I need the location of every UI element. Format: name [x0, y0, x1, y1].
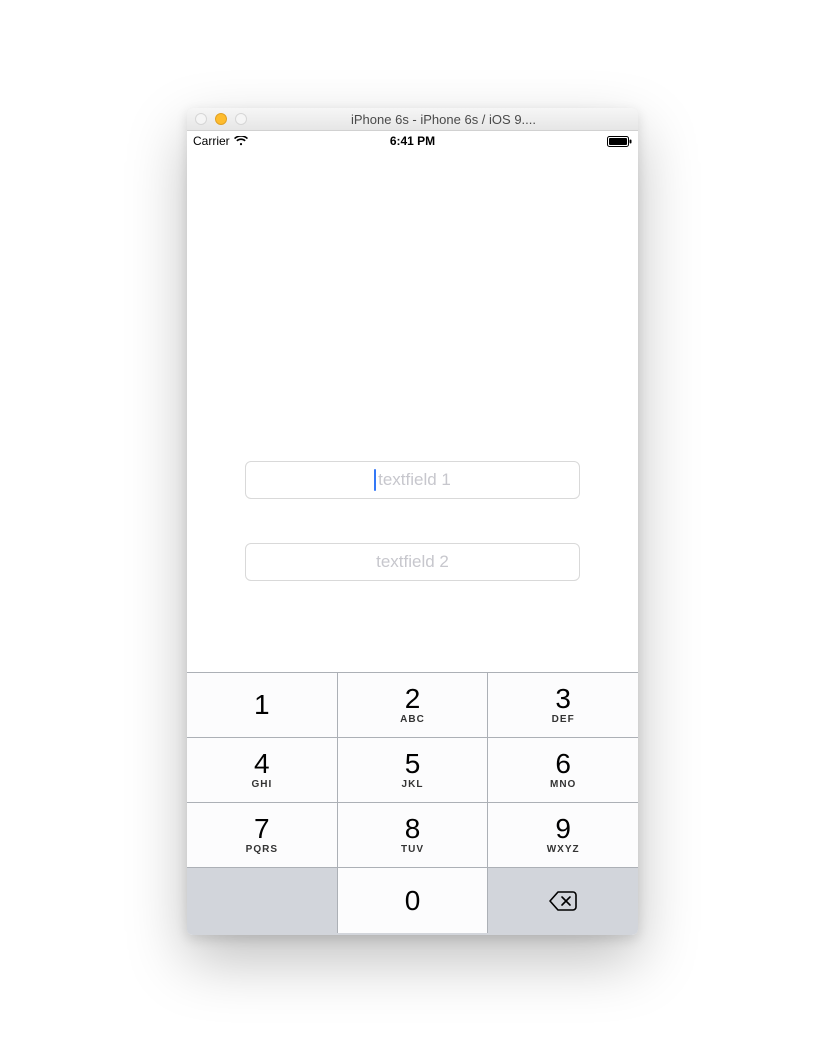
window-close-button[interactable] [195, 113, 207, 125]
textfield-1-placeholder: textfield 1 [378, 470, 451, 490]
textfield-1[interactable]: textfield 1 [245, 461, 580, 499]
text-cursor [374, 469, 376, 491]
key-8[interactable]: 8TUV [338, 803, 489, 868]
number-pad: 1 2ABC 3DEF 4GHI 5JKL 6MNO 7PQRS 8TUV 9W… [187, 672, 638, 935]
phone-screen: Carrier 6:41 PM textfield 1 [187, 131, 638, 935]
window-titlebar: iPhone 6s - iPhone 6s / iOS 9.... [187, 108, 638, 131]
key-5[interactable]: 5JKL [338, 738, 489, 803]
window-title: iPhone 6s - iPhone 6s / iOS 9.... [257, 112, 630, 127]
textfield-2[interactable]: textfield 2 [245, 543, 580, 581]
key-4[interactable]: 4GHI [187, 738, 338, 803]
status-bar: Carrier 6:41 PM [187, 131, 638, 151]
key-9[interactable]: 9WXYZ [488, 803, 638, 868]
key-2[interactable]: 2ABC [338, 673, 489, 738]
content-area: textfield 1 textfield 2 [187, 151, 638, 673]
window-minimize-button[interactable] [215, 113, 227, 125]
key-6[interactable]: 6MNO [488, 738, 638, 803]
key-7[interactable]: 7PQRS [187, 803, 338, 868]
backspace-icon [549, 891, 577, 911]
key-0[interactable]: 0 [338, 868, 489, 933]
key-backspace[interactable] [488, 868, 638, 933]
textfield-2-placeholder: textfield 2 [376, 552, 449, 572]
key-1[interactable]: 1 [187, 673, 338, 738]
key-3[interactable]: 3DEF [488, 673, 638, 738]
window-zoom-button[interactable] [235, 113, 247, 125]
key-blank [187, 868, 338, 933]
simulator-window: iPhone 6s - iPhone 6s / iOS 9.... Carrie… [187, 108, 638, 935]
clock-label: 6:41 PM [187, 134, 638, 148]
